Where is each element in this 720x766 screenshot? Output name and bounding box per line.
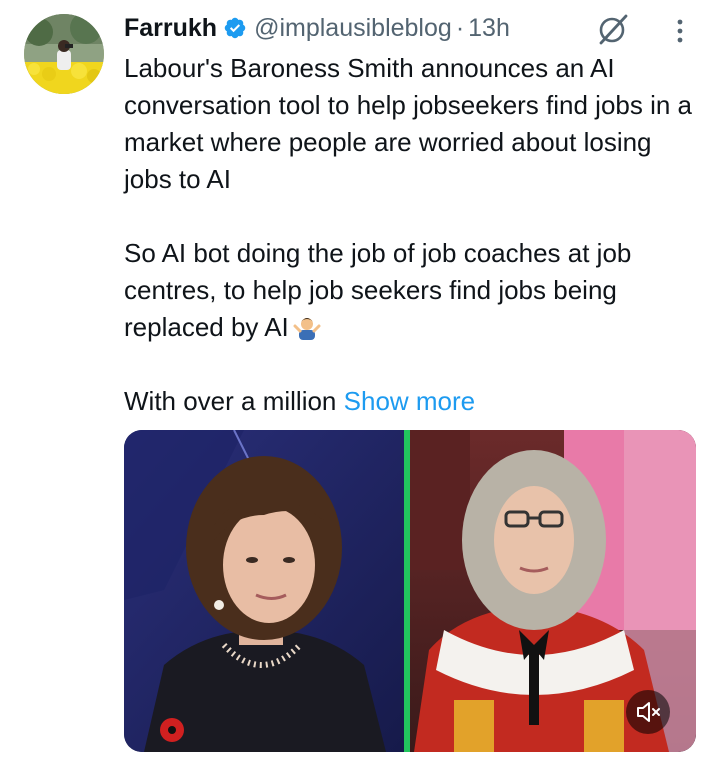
avatar-image bbox=[24, 14, 104, 94]
tweet-video[interactable] bbox=[124, 430, 696, 752]
show-more-link[interactable]: Show more bbox=[344, 386, 476, 416]
tweet-timestamp[interactable]: 13h bbox=[468, 14, 510, 43]
panel-divider bbox=[404, 430, 410, 752]
grok-icon[interactable] bbox=[596, 12, 630, 46]
mute-button[interactable] bbox=[626, 690, 670, 734]
muted-speaker-icon bbox=[637, 702, 660, 722]
tweet-paragraph-2-text: So AI bot doing the job of job coaches a… bbox=[124, 238, 632, 342]
separator-dot: · bbox=[455, 13, 465, 42]
tweet-paragraph-3-text: With over a million bbox=[124, 386, 337, 416]
tweet-header: Farrukh @implausibleblog · 13h bbox=[124, 10, 510, 46]
author-handle[interactable]: @implausibleblog bbox=[254, 14, 452, 43]
avatar[interactable] bbox=[24, 14, 104, 94]
verified-badge-icon bbox=[223, 16, 247, 40]
tweet-paragraph-2: So AI bot doing the job of job coaches a… bbox=[124, 235, 704, 346]
author-display-name[interactable]: Farrukh bbox=[124, 14, 217, 43]
tweet-paragraph-1: Labour's Baroness Smith announces an AI … bbox=[124, 53, 693, 194]
more-options-icon[interactable] bbox=[668, 14, 692, 48]
tweet-paragraph-3: With over a million Show more bbox=[124, 383, 704, 420]
tweet-text: Labour's Baroness Smith announces an AI … bbox=[124, 50, 704, 420]
left-panel bbox=[124, 430, 406, 752]
person-shrugging-emoji-icon bbox=[293, 312, 321, 340]
video-thumbnail bbox=[124, 430, 696, 752]
tweet[interactable]: Farrukh @implausibleblog · 13h Labour's … bbox=[0, 0, 720, 766]
